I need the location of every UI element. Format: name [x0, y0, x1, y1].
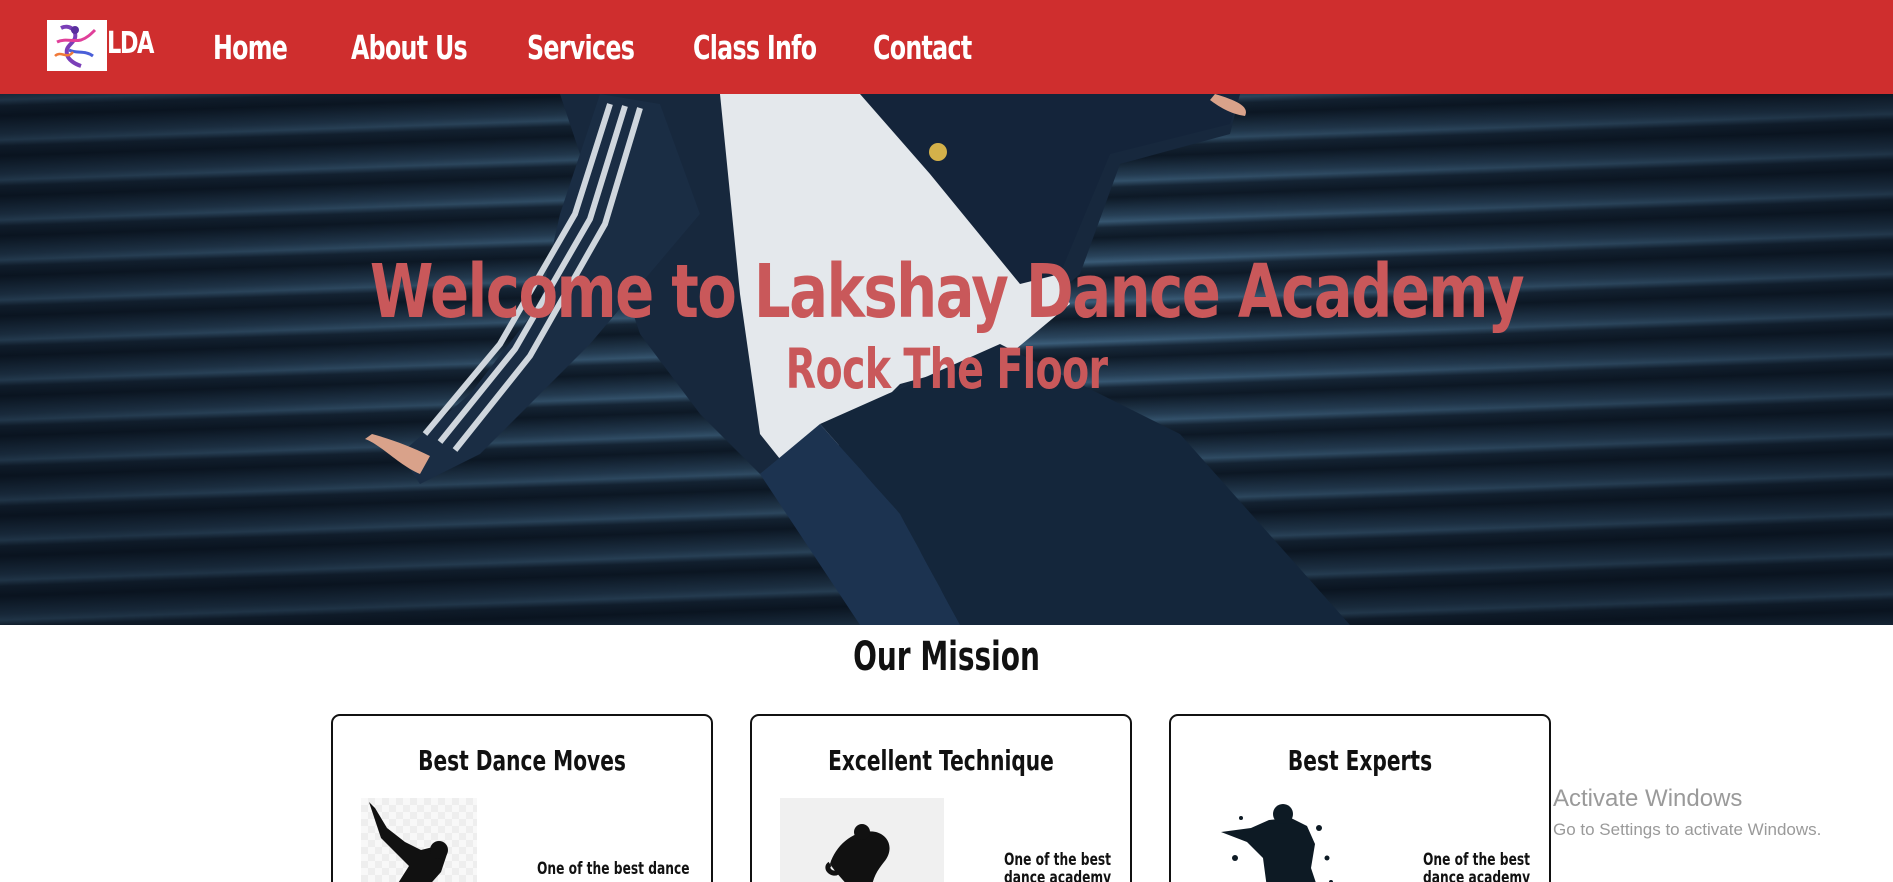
card-description: One of the best dance	[537, 859, 690, 879]
nav-home[interactable]: Home	[213, 28, 288, 67]
card-description-line: dance academy	[1423, 868, 1531, 882]
card-description: One of the best dance academy	[1423, 851, 1530, 882]
mission-card-best-dance-moves: Best Dance Moves One of the best dance	[331, 714, 713, 882]
logo-text[interactable]: LDA	[107, 26, 154, 61]
dancer-silhouette-image	[361, 798, 477, 882]
card-description-line: One of the best	[1004, 850, 1112, 870]
mission-card-best-experts: Best Experts One of the best dance acade…	[1169, 714, 1551, 882]
mission-heading: Our Mission	[853, 634, 1040, 680]
dancer-silhouette-image	[780, 798, 944, 882]
nav-contact[interactable]: Contact	[873, 28, 972, 67]
dancer-splash-silhouette-image	[1211, 798, 1341, 882]
top-navbar: LDA Home About Us Services Class Info Co…	[0, 0, 1893, 94]
nav-about-us[interactable]: About Us	[351, 28, 468, 67]
card-title: Best Dance Moves	[418, 744, 626, 777]
card-title: Best Experts	[1287, 744, 1433, 777]
mission-card-excellent-technique: Excellent Technique One of the best danc…	[750, 714, 1132, 882]
hero-subtitle: Rock The Floor	[785, 337, 1108, 401]
dancer-logo-icon[interactable]	[47, 20, 107, 71]
card-description-line: dance academy	[1004, 868, 1112, 882]
activate-windows-watermark-title: Activate Windows	[1553, 785, 1743, 812]
card-description-line: One of the best	[1423, 850, 1531, 870]
nav-services[interactable]: Services	[527, 28, 635, 67]
hero-title: Welcome to Lakshay Dance Academy	[369, 249, 1525, 335]
nav-class-info[interactable]: Class Info	[693, 28, 817, 67]
hero-banner: Welcome to Lakshay Dance Academy Rock Th…	[0, 94, 1893, 625]
card-title: Excellent Technique	[828, 744, 1054, 777]
activate-windows-watermark-subtitle: Go to Settings to activate Windows.	[1553, 820, 1822, 839]
card-description: One of the best dance academy	[1004, 851, 1111, 882]
